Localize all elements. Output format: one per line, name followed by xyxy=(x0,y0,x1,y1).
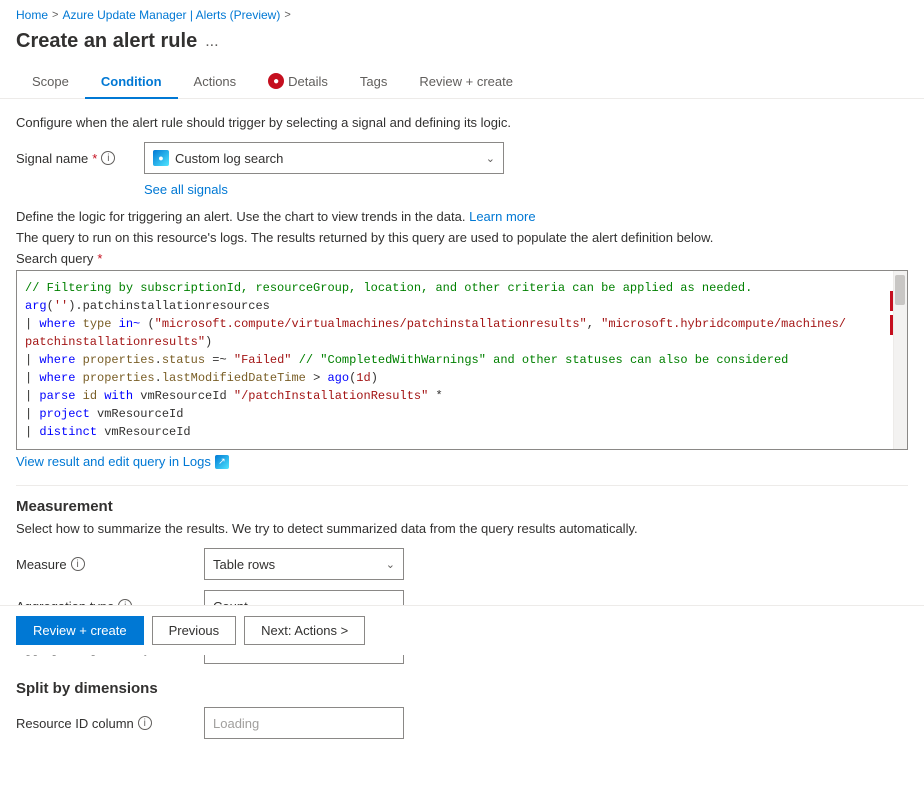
signal-dropdown-inner: ● Custom log search xyxy=(153,150,283,166)
action-bar: Review + create Previous Next: Actions > xyxy=(0,605,924,655)
query-desc: The query to run on this resource's logs… xyxy=(16,230,908,245)
signal-info-icon[interactable]: i xyxy=(101,151,115,165)
learn-more-link[interactable]: Learn more xyxy=(469,209,535,224)
query-scrollbar[interactable] xyxy=(893,271,907,449)
query-error-bar-2 xyxy=(890,315,893,335)
details-error-badge: ● xyxy=(268,73,284,89)
query-error-bar-1 xyxy=(890,291,893,311)
breadcrumb-sep2: > xyxy=(284,9,290,21)
page-title-row: Create an alert rule ... xyxy=(0,26,924,65)
signal-name-row: Signal name * i ● Custom log search ⌄ xyxy=(16,142,908,174)
breadcrumb-azure[interactable]: Azure Update Manager | Alerts (Preview) xyxy=(62,8,280,22)
query-scrollbar-thumb[interactable] xyxy=(895,275,905,305)
previous-button[interactable]: Previous xyxy=(152,616,237,645)
content-area: Configure when the alert rule should tri… xyxy=(0,99,924,809)
see-all-signals-link[interactable]: See all signals xyxy=(144,182,228,197)
define-logic-desc: Define the logic for triggering an alert… xyxy=(16,209,908,224)
breadcrumb-sep1: > xyxy=(52,9,58,21)
measure-row: Measure i Table rows ⌄ xyxy=(16,548,908,580)
resource-id-info-icon[interactable]: i xyxy=(138,716,152,730)
signal-name-label: Signal name * i xyxy=(16,151,136,166)
tab-details[interactable]: ● Details xyxy=(252,65,344,99)
signal-dropdown[interactable]: ● Custom log search ⌄ xyxy=(144,142,504,174)
review-create-button[interactable]: Review + create xyxy=(16,616,144,645)
split-by-dimensions-section: Split by dimensions Resource ID column i… xyxy=(16,680,908,739)
query-editor[interactable]: // Filtering by subscriptionId, resource… xyxy=(17,271,907,449)
split-section-title: Split by dimensions xyxy=(16,680,908,697)
tab-condition[interactable]: Condition xyxy=(85,66,178,99)
tab-scope[interactable]: Scope xyxy=(16,66,85,99)
resource-id-loading-input[interactable]: Loading xyxy=(204,707,404,739)
measurement-desc: Select how to summarize the results. We … xyxy=(16,521,908,536)
tab-review-create[interactable]: Review + create xyxy=(403,66,529,99)
query-label-row: Search query * xyxy=(16,251,908,266)
breadcrumb-home[interactable]: Home xyxy=(16,8,48,22)
next-actions-button[interactable]: Next: Actions > xyxy=(244,616,365,645)
signal-dropdown-value: Custom log search xyxy=(175,151,283,166)
measure-info-icon[interactable]: i xyxy=(71,557,85,571)
breadcrumb: Home > Azure Update Manager | Alerts (Pr… xyxy=(0,0,924,26)
view-result-icon: ↗ xyxy=(215,455,229,469)
measure-dropdown[interactable]: Table rows ⌄ xyxy=(204,548,404,580)
resource-id-label: Resource ID column i xyxy=(16,716,196,731)
resource-id-row: Resource ID column i Loading xyxy=(16,707,908,739)
page-title: Create an alert rule xyxy=(16,30,197,53)
query-editor-wrapper: // Filtering by subscriptionId, resource… xyxy=(16,270,908,450)
query-required-star: * xyxy=(97,251,102,266)
measure-label: Measure i xyxy=(16,557,196,572)
measure-dropdown-chevron: ⌄ xyxy=(386,558,395,571)
tab-tags[interactable]: Tags xyxy=(344,66,403,99)
measurement-title: Measurement xyxy=(16,498,908,515)
view-result-link[interactable]: View result and edit query in Logs ↗ xyxy=(16,454,908,469)
signal-required-star: * xyxy=(92,151,97,166)
signal-dropdown-chevron: ⌄ xyxy=(486,152,495,165)
signal-type-icon: ● xyxy=(153,150,169,166)
tab-actions[interactable]: Actions xyxy=(178,66,253,99)
divider-1 xyxy=(16,485,908,486)
condition-desc: Configure when the alert rule should tri… xyxy=(16,115,908,130)
page-options-button[interactable]: ... xyxy=(205,33,218,51)
tab-bar: Scope Condition Actions ● Details Tags R… xyxy=(0,65,924,99)
